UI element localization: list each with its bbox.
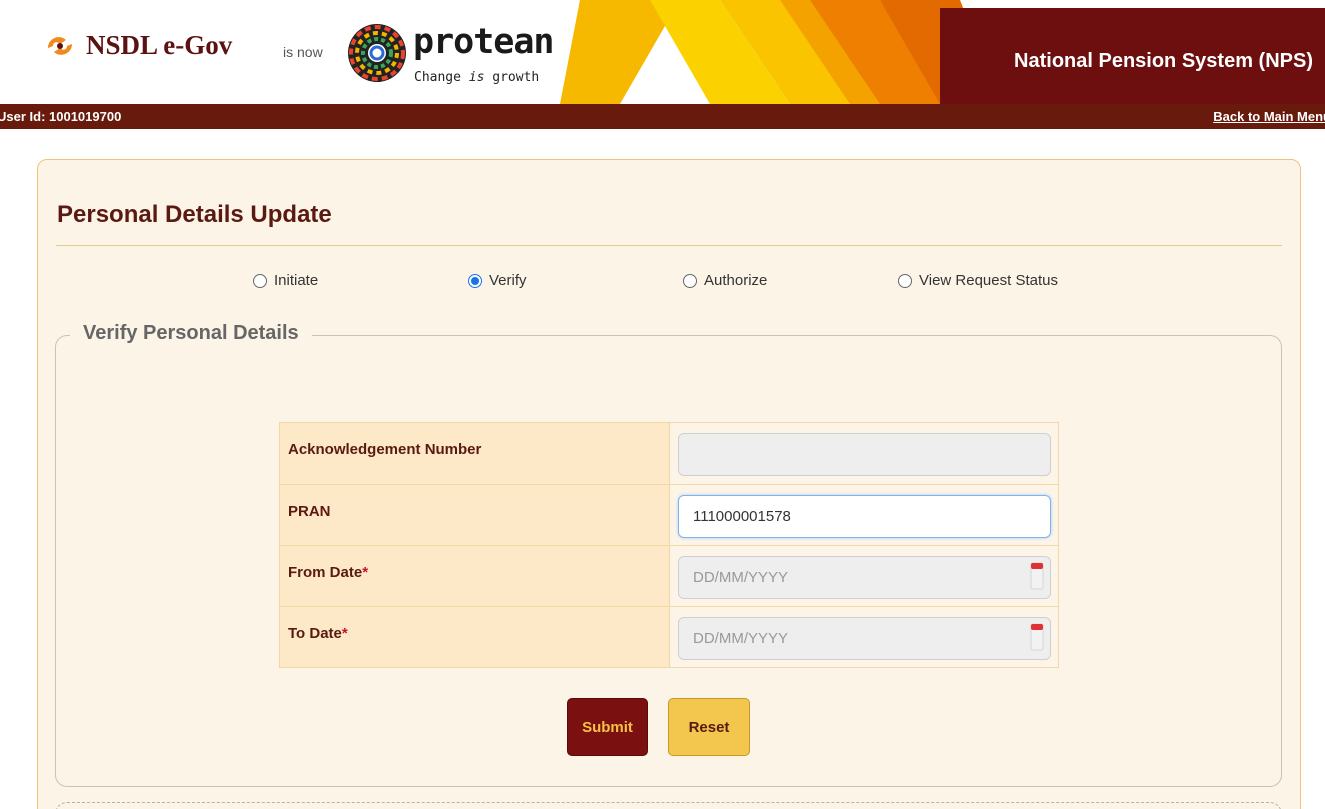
to-date-label: To Date*	[288, 625, 348, 642]
radio-circle[interactable]	[683, 273, 697, 288]
protean-brand-text: protean	[413, 22, 555, 62]
from-date-label: From Date*	[288, 564, 369, 581]
radio-verify[interactable]: Verify	[468, 272, 527, 289]
calendar-icon[interactable]	[1030, 622, 1044, 652]
label-cell: To Date*	[280, 607, 670, 667]
title-divider	[56, 245, 1282, 246]
verify-fieldset: Verify Personal Details Acknowledgement …	[55, 322, 1282, 787]
form-row-to-date: To Date*	[280, 606, 1058, 667]
nps-title-band: National Pension System (NPS)	[940, 8, 1325, 104]
radio-circle-checked[interactable]	[468, 273, 482, 288]
radio-label: Initiate	[274, 272, 319, 289]
radio-view-request-status[interactable]: View Request Status	[898, 272, 1058, 289]
verify-form-table: Acknowledgement Number PRAN From Date*	[279, 422, 1059, 668]
input-cell	[670, 546, 1058, 606]
back-to-main-menu-link[interactable]: Back to Main Menu	[1213, 109, 1325, 124]
label-cell: Acknowledgement Number	[280, 423, 670, 484]
page-title: Personal Details Update	[57, 201, 332, 228]
required-mark: *	[341, 625, 348, 642]
user-id-text: User Id: 1001019700	[0, 109, 122, 124]
label-cell: PRAN	[280, 485, 670, 545]
protean-logo-icon	[348, 24, 406, 82]
nsdl-logo-icon	[48, 37, 72, 55]
calendar-icon[interactable]	[1030, 561, 1044, 591]
pran-input[interactable]	[678, 495, 1051, 538]
required-mark: *	[362, 564, 369, 581]
radio-authorize[interactable]: Authorize	[683, 272, 767, 289]
radio-initiate[interactable]: Initiate	[253, 272, 318, 289]
is-now-text: is now	[283, 44, 323, 60]
results-section-border	[55, 802, 1282, 809]
protean-tagline: Change is growth	[414, 70, 540, 85]
radio-label: Authorize	[704, 272, 768, 289]
radio-circle[interactable]	[253, 273, 267, 288]
radio-circle[interactable]	[898, 273, 912, 288]
logo-area: NSDL e-Gov is now protean Change is grow…	[0, 0, 640, 104]
main-panel: Personal Details Update Initiate Verify …	[37, 159, 1301, 809]
input-cell	[670, 423, 1058, 484]
site-header: NSDL e-Gov is now protean Change is grow…	[0, 0, 1325, 104]
label-cell: From Date*	[280, 546, 670, 606]
ack-number-input[interactable]	[678, 433, 1051, 476]
input-cell	[670, 485, 1058, 545]
action-radio-group: Initiate Verify Authorize View Request S…	[38, 272, 1300, 294]
fieldset-legend: Verify Personal Details	[70, 322, 312, 345]
reset-button[interactable]: Reset	[668, 698, 750, 756]
form-row-from-date: From Date*	[280, 545, 1058, 606]
form-row-ack: Acknowledgement Number	[280, 423, 1058, 484]
form-row-pran: PRAN	[280, 484, 1058, 545]
submit-button[interactable]: Submit	[567, 698, 648, 756]
to-date-input[interactable]	[678, 617, 1051, 660]
system-title: National Pension System (NPS)	[1014, 50, 1313, 72]
ack-number-label: Acknowledgement Number	[288, 441, 482, 458]
radio-label: Verify	[489, 272, 527, 289]
user-bar: User Id: 1001019700 Back to Main Menu	[0, 104, 1325, 129]
radio-label: View Request Status	[919, 272, 1058, 289]
pran-label: PRAN	[288, 503, 331, 520]
nsdl-brand-text: NSDL e-Gov	[86, 30, 233, 60]
input-cell	[670, 607, 1058, 667]
from-date-input[interactable]	[678, 556, 1051, 599]
